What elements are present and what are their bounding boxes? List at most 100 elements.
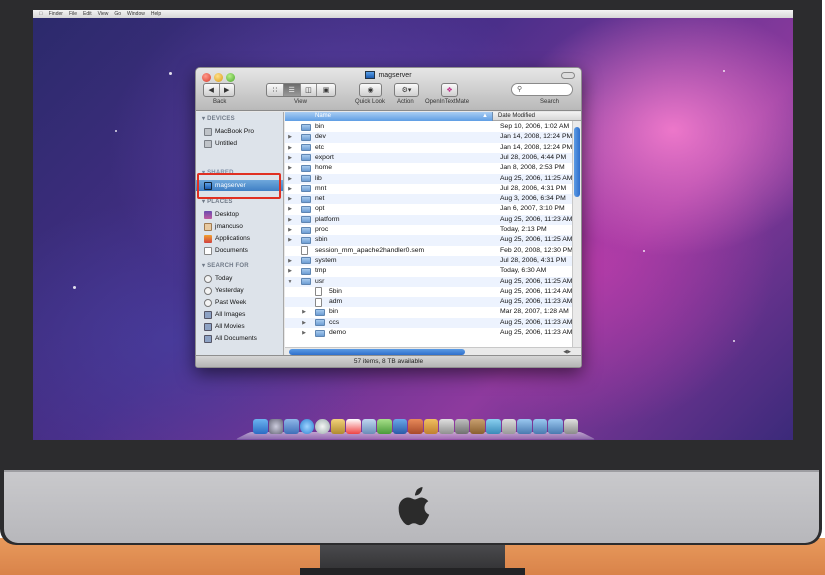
search-input[interactable]: ⚲ — [511, 83, 573, 96]
trash-dock-icon[interactable] — [563, 419, 579, 434]
sidebar-item-documents[interactable]: Documents — [204, 245, 248, 256]
toolbar-toggle-button[interactable] — [561, 72, 575, 79]
file-date-modified: Sep 10, 2006, 1:02 AM — [500, 123, 570, 130]
table-row[interactable]: ▶ demo Aug 25, 2006, 11:23 AM — [285, 328, 581, 338]
disclosure-collapsed-icon[interactable]: ▶ — [287, 163, 293, 173]
disclosure-collapsed-icon[interactable]: ▶ — [287, 235, 293, 245]
imovie-dock-icon[interactable] — [408, 419, 423, 434]
sidebar-item-all-movies[interactable]: All Movies — [204, 321, 245, 332]
menu-item[interactable]: Go — [114, 10, 121, 18]
column-view-button[interactable]: ◫ — [301, 84, 318, 96]
guitar-dock-icon[interactable] — [470, 419, 485, 434]
disclosure-collapsed-icon[interactable]: ▶ — [287, 266, 293, 276]
table-row[interactable]: adm Aug 25, 2006, 11:23 AM — [285, 297, 581, 308]
finder-dock-icon[interactable] — [253, 419, 268, 434]
vertical-scrollbar[interactable] — [572, 121, 581, 347]
disclosure-collapsed-icon[interactable]: ▶ — [301, 318, 307, 328]
column-header-date-modified[interactable]: Date Modified — [498, 112, 535, 121]
terminal-dock-icon[interactable] — [501, 419, 517, 434]
garageband-dock-icon[interactable] — [423, 419, 439, 434]
file-name: system — [315, 256, 337, 264]
network-dock-icon[interactable] — [485, 419, 501, 434]
disclosure-collapsed-icon[interactable]: ▶ — [287, 194, 293, 204]
table-row[interactable]: 5bin Aug 25, 2006, 11:24 AM — [285, 287, 581, 297]
quicklook-button[interactable]: ◉ — [359, 83, 382, 97]
sidebar-item-all-documents[interactable]: All Documents — [204, 333, 257, 344]
menu-item[interactable]: File — [69, 10, 77, 18]
apple-menu-icon[interactable]:  — [39, 10, 43, 18]
disclosure-collapsed-icon[interactable]: ▶ — [287, 184, 293, 194]
itunes-dock-icon[interactable] — [377, 419, 392, 434]
sidebar-item-jmancuso[interactable]: jmancuso — [204, 221, 243, 232]
sidebar-item-macbook-pro[interactable]: MacBook Pro — [204, 126, 254, 137]
time-machine-dock-icon[interactable] — [439, 419, 454, 434]
disclosure-collapsed-icon[interactable]: ▶ — [301, 307, 307, 317]
sidebar-item-applications[interactable]: Applications — [204, 233, 250, 244]
menu-item[interactable]: Edit — [83, 10, 92, 18]
table-row[interactable]: ▶ dev Jan 14, 2008, 12:24 PM — [285, 132, 581, 143]
table-row[interactable]: ▶ tmp Today, 6:30 AM — [285, 266, 581, 276]
preview-dock-icon[interactable] — [361, 419, 377, 434]
disclosure-collapsed-icon[interactable]: ▶ — [287, 204, 293, 214]
list-view-button[interactable]: ☰ — [283, 84, 301, 96]
disclosure-collapsed-icon[interactable]: ▶ — [287, 225, 293, 235]
applications-stack-dock-icon[interactable] — [517, 419, 532, 434]
table-row[interactable]: ▶ mnt Jul 28, 2006, 4:31 PM — [285, 184, 581, 194]
documents-stack-dock-icon[interactable] — [532, 419, 548, 434]
back-button[interactable]: ◀ — [204, 84, 220, 96]
table-row[interactable]: ▶ home Jan 8, 2008, 2:53 PM — [285, 163, 581, 173]
disclosure-collapsed-icon[interactable]: ▶ — [287, 132, 293, 142]
table-row[interactable]: ▶ ccs Aug 25, 2006, 11:23 AM — [285, 317, 581, 328]
menu-item[interactable]: Finder — [49, 10, 63, 18]
table-row[interactable]: session_mm_apache2handler0.sem Feb 20, 20… — [285, 246, 581, 256]
sidebar-item-today[interactable]: Today — [204, 273, 232, 284]
table-row[interactable]: ▶ export Jul 28, 2006, 4:44 PM — [285, 152, 581, 164]
downloads-stack-dock-icon[interactable] — [548, 419, 563, 434]
disclosure-collapsed-icon[interactable]: ▶ — [287, 174, 293, 184]
iphoto-dock-icon[interactable] — [392, 419, 408, 434]
dashboard-dock-icon[interactable] — [268, 419, 284, 434]
sidebar-item-untitled[interactable]: Untitled — [204, 138, 237, 149]
table-row[interactable]: ▶ proc Today, 2:13 PM — [285, 225, 581, 235]
coverflow-view-button[interactable]: ▣ — [317, 84, 335, 96]
table-row[interactable]: ▼ usr Aug 25, 2006, 11:25 AM — [285, 276, 581, 287]
table-row[interactable]: ▶ etc Jan 14, 2008, 12:24 PM — [285, 143, 581, 153]
vertical-scroll-thumb[interactable] — [574, 127, 580, 197]
action-button[interactable]: ⚙▾ — [394, 83, 419, 97]
column-header-name[interactable]: Name ▲ — [285, 112, 493, 121]
server-icon — [365, 71, 376, 79]
table-row[interactable]: ▶ system Jul 28, 2006, 4:31 PM — [285, 255, 581, 267]
forward-button[interactable]: ▶ — [220, 84, 235, 96]
system-preferences-dock-icon[interactable] — [454, 419, 470, 434]
ical-dock-icon[interactable] — [346, 419, 361, 434]
table-row[interactable]: ▶ platform Aug 25, 2006, 11:23 AM — [285, 214, 581, 225]
mail-dock-icon[interactable] — [284, 419, 299, 434]
disclosure-expanded-icon[interactable]: ▼ — [287, 277, 293, 287]
table-row[interactable]: ▶ opt Jan 6, 2007, 3:10 PM — [285, 204, 581, 214]
sidebar-item-desktop[interactable]: Desktop — [204, 209, 239, 220]
sidebar-item-all-images[interactable]: All Images — [204, 309, 245, 320]
disclosure-collapsed-icon[interactable]: ▶ — [287, 256, 293, 266]
icon-view-button[interactable]: ∷ — [267, 84, 284, 96]
disclosure-collapsed-icon[interactable]: ▶ — [287, 215, 293, 225]
table-row[interactable]: ▶ sbin Aug 25, 2006, 11:25 AM — [285, 235, 581, 246]
annotation-highlight-box — [197, 173, 281, 199]
sidebar-item-yesterday[interactable]: Yesterday — [204, 285, 244, 296]
ichat-dock-icon[interactable] — [315, 419, 330, 434]
table-row[interactable]: ▶ bin Mar 28, 2007, 1:28 AM — [285, 307, 581, 317]
openintextmate-button[interactable]: ❖ — [441, 83, 458, 97]
sidebar-item-past-week[interactable]: Past Week — [204, 297, 246, 308]
disclosure-collapsed-icon[interactable]: ▶ — [301, 328, 307, 338]
menu-item[interactable]: View — [98, 10, 109, 18]
folder-icon — [301, 123, 311, 131]
table-row[interactable]: ▶ net Aug 3, 2006, 6:34 PM — [285, 194, 581, 205]
menu-item[interactable]: Window — [127, 10, 145, 18]
disclosure-collapsed-icon[interactable]: ▶ — [287, 153, 293, 163]
safari-dock-icon[interactable] — [299, 419, 315, 434]
address-book-dock-icon[interactable] — [330, 419, 346, 434]
title-bar[interactable]: magserver ◀ ▶ Back ∷ ☰ ◫ ▣ View ◉ Quick … — [196, 68, 581, 111]
table-row[interactable]: bin Sep 10, 2006, 1:02 AM — [285, 122, 581, 132]
menu-item[interactable]: Help — [151, 10, 161, 18]
disclosure-collapsed-icon[interactable]: ▶ — [287, 143, 293, 153]
table-row[interactable]: ▶ lib Aug 25, 2006, 11:25 AM — [285, 173, 581, 184]
